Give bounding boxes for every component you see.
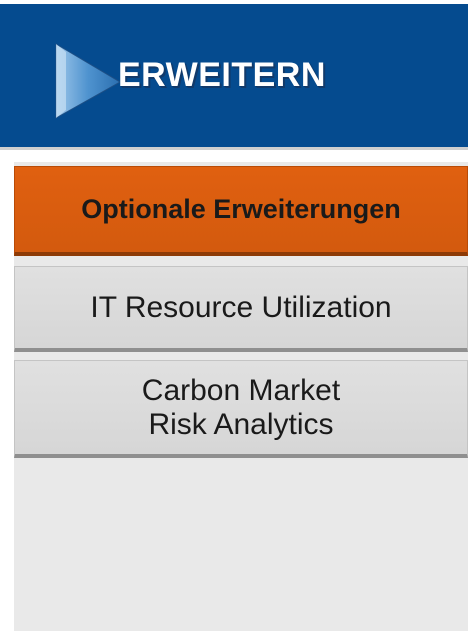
menu-item-optionale-erweiterungen[interactable]: Optionale Erweiterungen [14, 166, 468, 256]
menu-item-label-line1: Carbon Market [141, 373, 341, 407]
menu-item-label-line2: Risk Analytics [148, 407, 334, 441]
menu-item-label: IT Resource Utilization [90, 290, 392, 324]
menu-item-it-resource-utilization[interactable]: IT Resource Utilization [14, 266, 468, 352]
header-banner: ERWEITERN [0, 4, 468, 150]
menu-panel: Optionale Erweiterungen IT Resource Util… [14, 162, 468, 631]
header-title: ERWEITERN [118, 56, 326, 94]
play-arrow-icon [55, 43, 121, 119]
menu-item-carbon-market-risk-analytics[interactable]: Carbon Market Risk Analytics [14, 360, 468, 458]
menu-item-label: Optionale Erweiterungen [81, 194, 401, 224]
